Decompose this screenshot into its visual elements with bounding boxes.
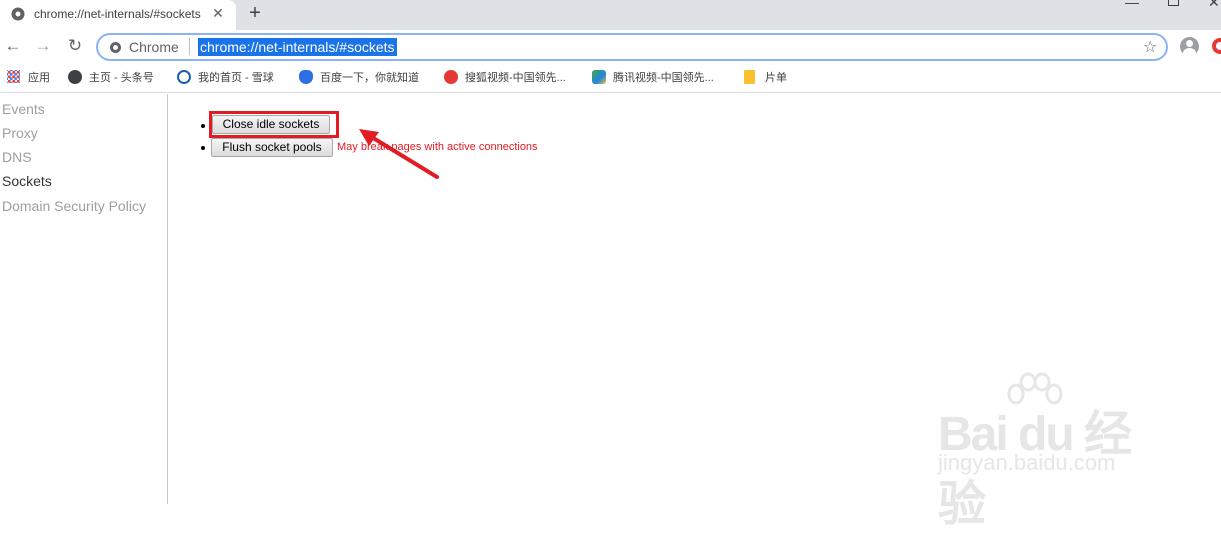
browser-tab[interactable]: chrome://net-internals/#sockets ✕ [0, 0, 236, 30]
minimize-icon[interactable]: — [1124, 0, 1140, 10]
bookmark-folder[interactable]: 片单 [744, 70, 787, 86]
browser-toolbar: ← → ↻ Chrome chrome://net-internals/#soc… [0, 30, 1221, 63]
forward-icon[interactable]: → [33, 36, 53, 56]
maximize-icon[interactable] [1168, 0, 1179, 6]
site-label: Chrome [129, 39, 179, 55]
highlight-box [209, 111, 339, 138]
bookmark-label: 我的首页 - 雪球 [198, 72, 274, 84]
sidebar-item-domain-security-policy[interactable]: Domain Security Policy [2, 198, 146, 214]
url-text[interactable]: chrome://net-internals/#sockets [198, 38, 397, 56]
watermark-url: jingyan.baidu.com [938, 450, 1116, 475]
list-bullet [201, 146, 205, 150]
reload-icon[interactable]: ↻ [65, 36, 85, 56]
tab-title: chrome://net-internals/#sockets [34, 7, 201, 21]
bookmark-baidu[interactable]: 百度一下，你就知道 [299, 70, 419, 86]
bookmarks-bar: 应用 主页 - 头条号 我的首页 - 雪球 百度一下，你就知道 搜狐视频-中国领… [0, 63, 1221, 93]
back-icon[interactable]: ← [3, 36, 23, 56]
bookmark-sohu[interactable]: 搜狐视频-中国领先... [444, 70, 566, 86]
chrome-icon [11, 7, 25, 21]
bookmark-toutiao[interactable]: 主页 - 头条号 [68, 70, 154, 86]
extension-icon[interactable] [1212, 38, 1221, 54]
bookmark-apps[interactable]: 应用 [7, 70, 50, 86]
baidu-paw-icon [299, 70, 313, 84]
tab-close-icon[interactable]: ✕ [210, 5, 226, 21]
baidu-watermark: Bai du 经验 jingyan.baidu.com [934, 372, 1164, 531]
bookmark-label: 片单 [765, 72, 787, 84]
sidebar-item-dns[interactable]: DNS [2, 149, 32, 165]
annotation-arrow-icon [359, 129, 439, 179]
net-internals-sidebar: Events Proxy DNS Sockets Domain Security… [0, 94, 168, 504]
xueqiu-icon [177, 70, 191, 84]
tab-strip: chrome://net-internals/#sockets ✕ + — ✕ [0, 0, 1221, 30]
sidebar-item-proxy[interactable]: Proxy [2, 125, 38, 141]
bookmark-label: 搜狐视频-中国领先... [465, 72, 566, 84]
sockets-panel: Close idle sockets Flush socket pools Ma… [169, 94, 1221, 531]
folder-icon [744, 70, 755, 84]
sidebar-item-events[interactable]: Events [2, 101, 45, 117]
omnibox-divider [189, 38, 190, 55]
bookmark-tencent[interactable]: 腾讯视频-中国领先... [592, 70, 714, 86]
globe-icon [68, 70, 82, 84]
sidebar-item-sockets[interactable]: Sockets [2, 173, 52, 189]
bookmark-star-icon[interactable]: ☆ [1143, 37, 1157, 57]
bookmark-label: 应用 [28, 72, 50, 84]
flush-socket-pools-button[interactable]: Flush socket pools [211, 138, 333, 157]
window-close-icon[interactable]: ✕ [1208, 0, 1221, 10]
bookmark-label: 腾讯视频-中国领先... [613, 72, 714, 84]
bookmark-xueqiu[interactable]: 我的首页 - 雪球 [177, 70, 274, 86]
list-bullet [201, 124, 205, 128]
chrome-page-icon [110, 42, 121, 53]
address-bar[interactable]: Chrome chrome://net-internals/#sockets ☆ [96, 33, 1168, 61]
new-tab-icon[interactable]: + [245, 3, 265, 23]
apps-grid-icon [7, 70, 20, 83]
sohu-play-icon [444, 70, 458, 84]
profile-avatar[interactable] [1180, 37, 1199, 56]
tencent-video-icon [592, 70, 606, 84]
bookmark-label: 百度一下，你就知道 [320, 72, 419, 84]
bookmark-label: 主页 - 头条号 [89, 72, 154, 84]
